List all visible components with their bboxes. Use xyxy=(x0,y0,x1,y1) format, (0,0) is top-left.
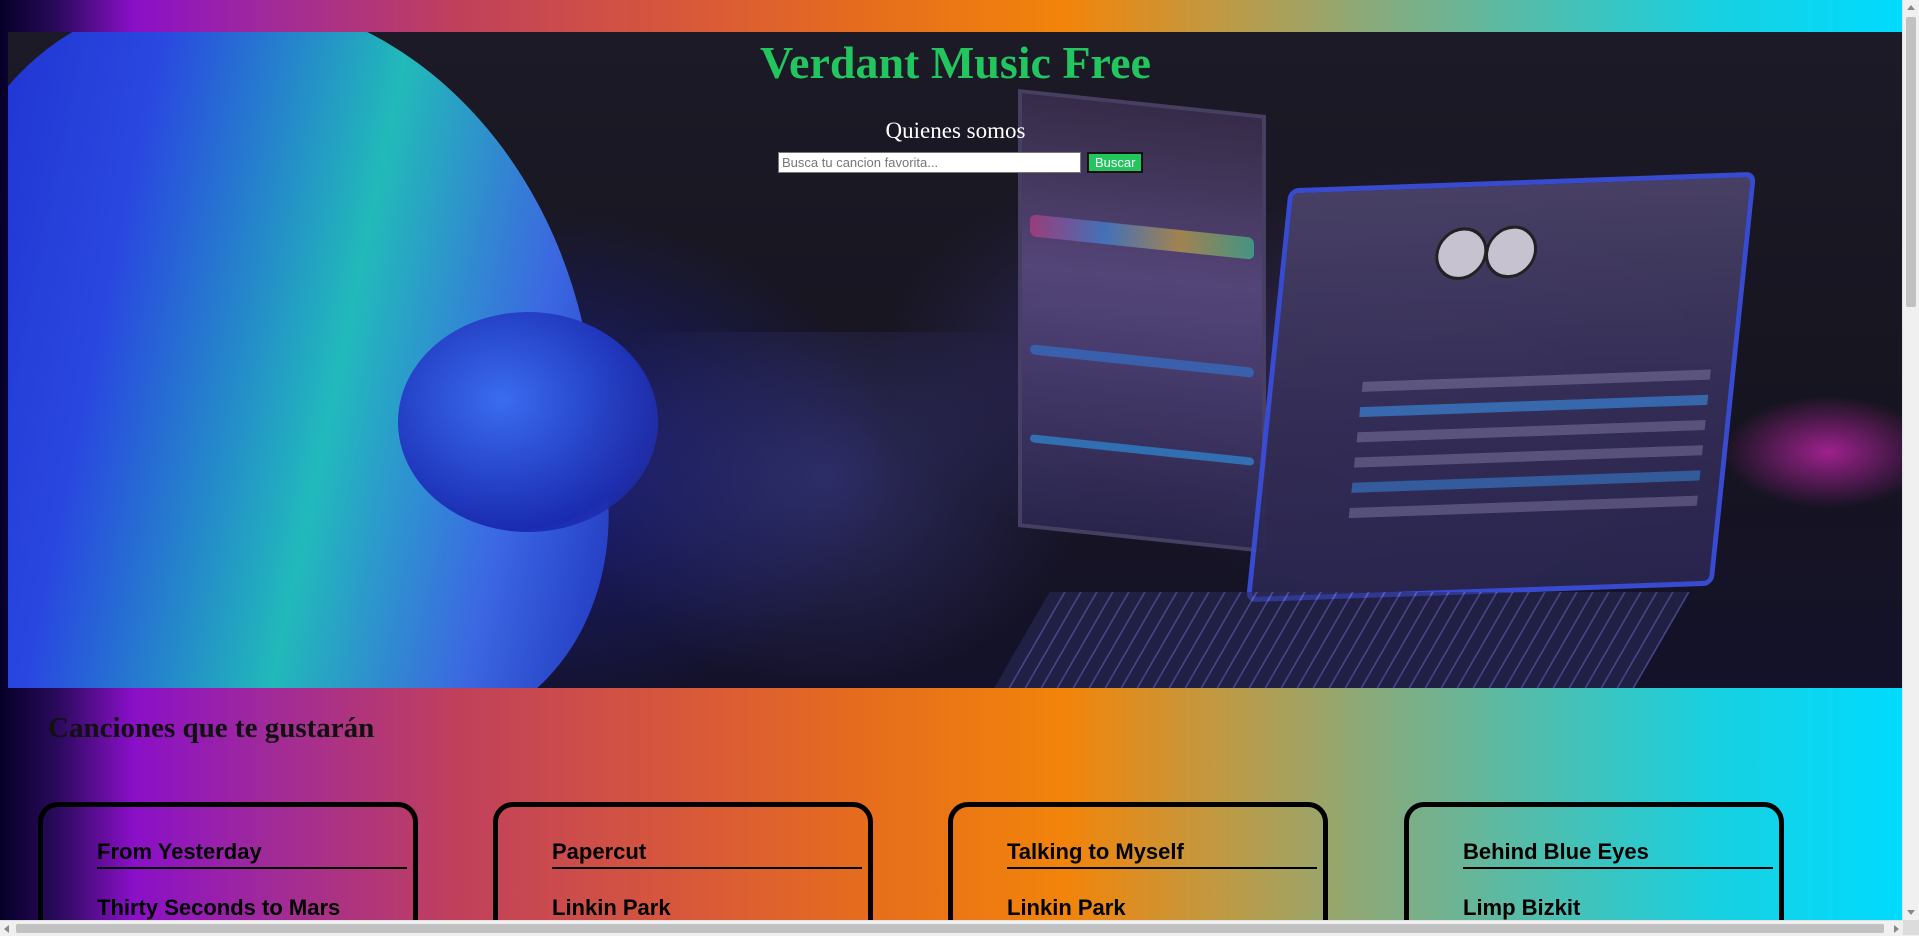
search-button[interactable]: Buscar xyxy=(1087,152,1144,173)
about-us-link[interactable]: Quienes somos xyxy=(8,118,1903,144)
song-card[interactable]: From Yesterday Thirty Seconds to Mars xyxy=(38,802,418,920)
page: Verdant Music Free Quienes somos Buscar … xyxy=(0,0,1903,920)
track-row xyxy=(1351,470,1701,493)
vertical-scroll-thumb[interactable] xyxy=(1906,17,1916,307)
horizontal-scroll-thumb[interactable] xyxy=(16,924,1884,933)
song-artist: Thirty Seconds to Mars xyxy=(97,895,341,920)
hero-keyboard xyxy=(986,592,1690,688)
hero-laptop-front xyxy=(1245,171,1757,603)
waveform-stripe xyxy=(1030,344,1254,378)
track-row xyxy=(1359,394,1709,418)
scroll-up-arrow-icon[interactable] xyxy=(1907,5,1915,10)
song-card[interactable]: Behind Blue Eyes Limp Bizkit xyxy=(1404,802,1784,920)
scroll-left-arrow-icon[interactable] xyxy=(4,925,9,933)
site-title: Verdant Music Free xyxy=(760,37,1151,88)
song-card-list: From Yesterday Thirty Seconds to Mars Pa… xyxy=(38,802,1878,920)
song-artist: Linkin Park xyxy=(1007,895,1126,920)
scroll-down-arrow-icon[interactable] xyxy=(1907,910,1915,915)
hero-dj-deck xyxy=(568,332,1088,688)
song-card[interactable]: Papercut Linkin Park xyxy=(493,802,873,920)
song-title[interactable]: Behind Blue Eyes xyxy=(1463,839,1773,869)
waveform-stripe xyxy=(1030,214,1254,260)
hero-banner: Verdant Music Free Quienes somos Buscar xyxy=(8,32,1903,688)
vertical-scrollbar[interactable] xyxy=(1902,0,1919,920)
song-card[interactable]: Talking to Myself Linkin Park xyxy=(948,802,1328,920)
scrollbar-corner xyxy=(1903,920,1919,935)
song-title[interactable]: Papercut xyxy=(552,839,862,869)
section-title: Canciones que te gustarán xyxy=(48,712,375,744)
track-row xyxy=(1348,495,1698,519)
track-row xyxy=(1353,445,1704,468)
horizontal-scrollbar[interactable] xyxy=(0,920,1919,936)
song-artist: Limp Bizkit xyxy=(1463,895,1581,920)
dj-dial-icon xyxy=(1432,226,1490,281)
song-title[interactable]: Talking to Myself xyxy=(1007,839,1317,869)
search-input[interactable] xyxy=(778,152,1081,173)
scroll-right-arrow-icon[interactable] xyxy=(1894,925,1899,933)
song-title[interactable]: From Yesterday xyxy=(97,839,407,869)
song-artist: Linkin Park xyxy=(552,895,671,920)
search-form: Buscar xyxy=(778,152,1144,173)
waveform-stripe xyxy=(1030,434,1254,466)
track-row xyxy=(1356,419,1706,443)
track-row xyxy=(1361,369,1711,392)
dj-dial-icon xyxy=(1482,224,1540,280)
